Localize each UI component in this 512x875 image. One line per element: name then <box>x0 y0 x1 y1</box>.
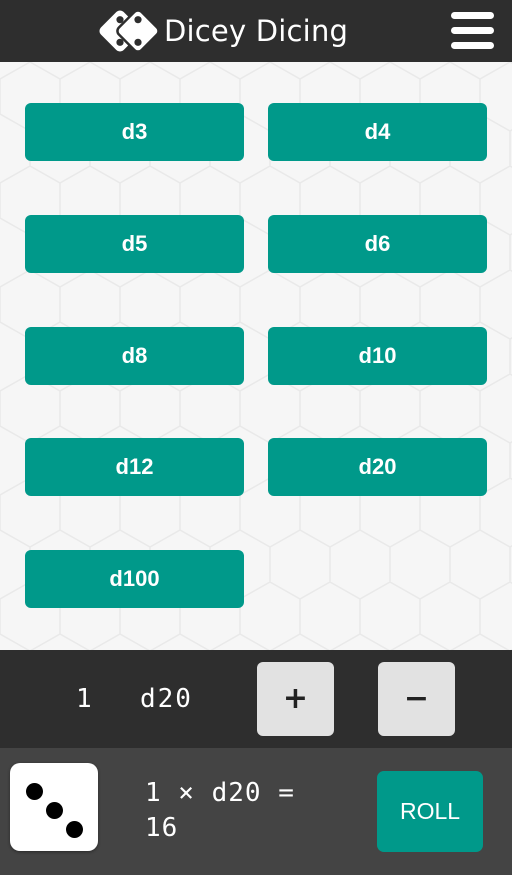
die-pip <box>46 802 63 819</box>
menu-bar-top <box>451 12 494 19</box>
dice-pair-icon <box>99 9 160 53</box>
die-button-d4[interactable]: d4 <box>268 103 487 161</box>
die-selection-grid: d3 d4 d5 d6 d8 d10 d12 d20 d100 <box>0 62 512 650</box>
roll-result-bar: 1 × d20 = 16 ROLL <box>0 748 512 875</box>
die-button-d6[interactable]: d6 <box>268 215 487 273</box>
roll-button[interactable]: ROLL <box>377 771 483 852</box>
roll-result: 1 × d20 = 16 <box>145 776 365 846</box>
roll-total: 16 <box>145 813 179 843</box>
die-button-d5[interactable]: d5 <box>25 215 244 273</box>
die-button-d12[interactable]: d12 <box>25 438 244 496</box>
decrement-button[interactable]: − <box>378 662 455 736</box>
die-button-d100[interactable]: d100 <box>25 550 244 608</box>
roll-expression: 1 × d20 = <box>145 778 295 808</box>
die-button-d8[interactable]: d8 <box>25 327 244 385</box>
app-header: Dicey Dicing <box>0 0 512 62</box>
die-button-d10[interactable]: d10 <box>268 327 487 385</box>
increment-button[interactable]: + <box>257 662 334 736</box>
die-button-d20[interactable]: d20 <box>268 438 487 496</box>
brand: Dicey Dicing <box>98 6 348 56</box>
die-three-icon <box>10 763 98 851</box>
dice-count-bar: 1 d20 + − <box>0 650 512 748</box>
menu-bar-middle <box>451 27 494 34</box>
die-button-d3[interactable]: d3 <box>25 103 244 161</box>
die-pip <box>66 821 83 838</box>
die-pip <box>26 783 43 800</box>
dice-quantity: 1 <box>76 684 92 714</box>
hamburger-menu-icon[interactable] <box>451 12 494 49</box>
dice-roller-app: Dicey Dicing d3 d4 d5 d6 d8 d10 d12 d20 … <box>0 0 512 875</box>
app-title: Dicey Dicing <box>164 14 349 48</box>
menu-bar-bottom <box>451 42 494 49</box>
selected-die: d20 <box>140 684 193 714</box>
